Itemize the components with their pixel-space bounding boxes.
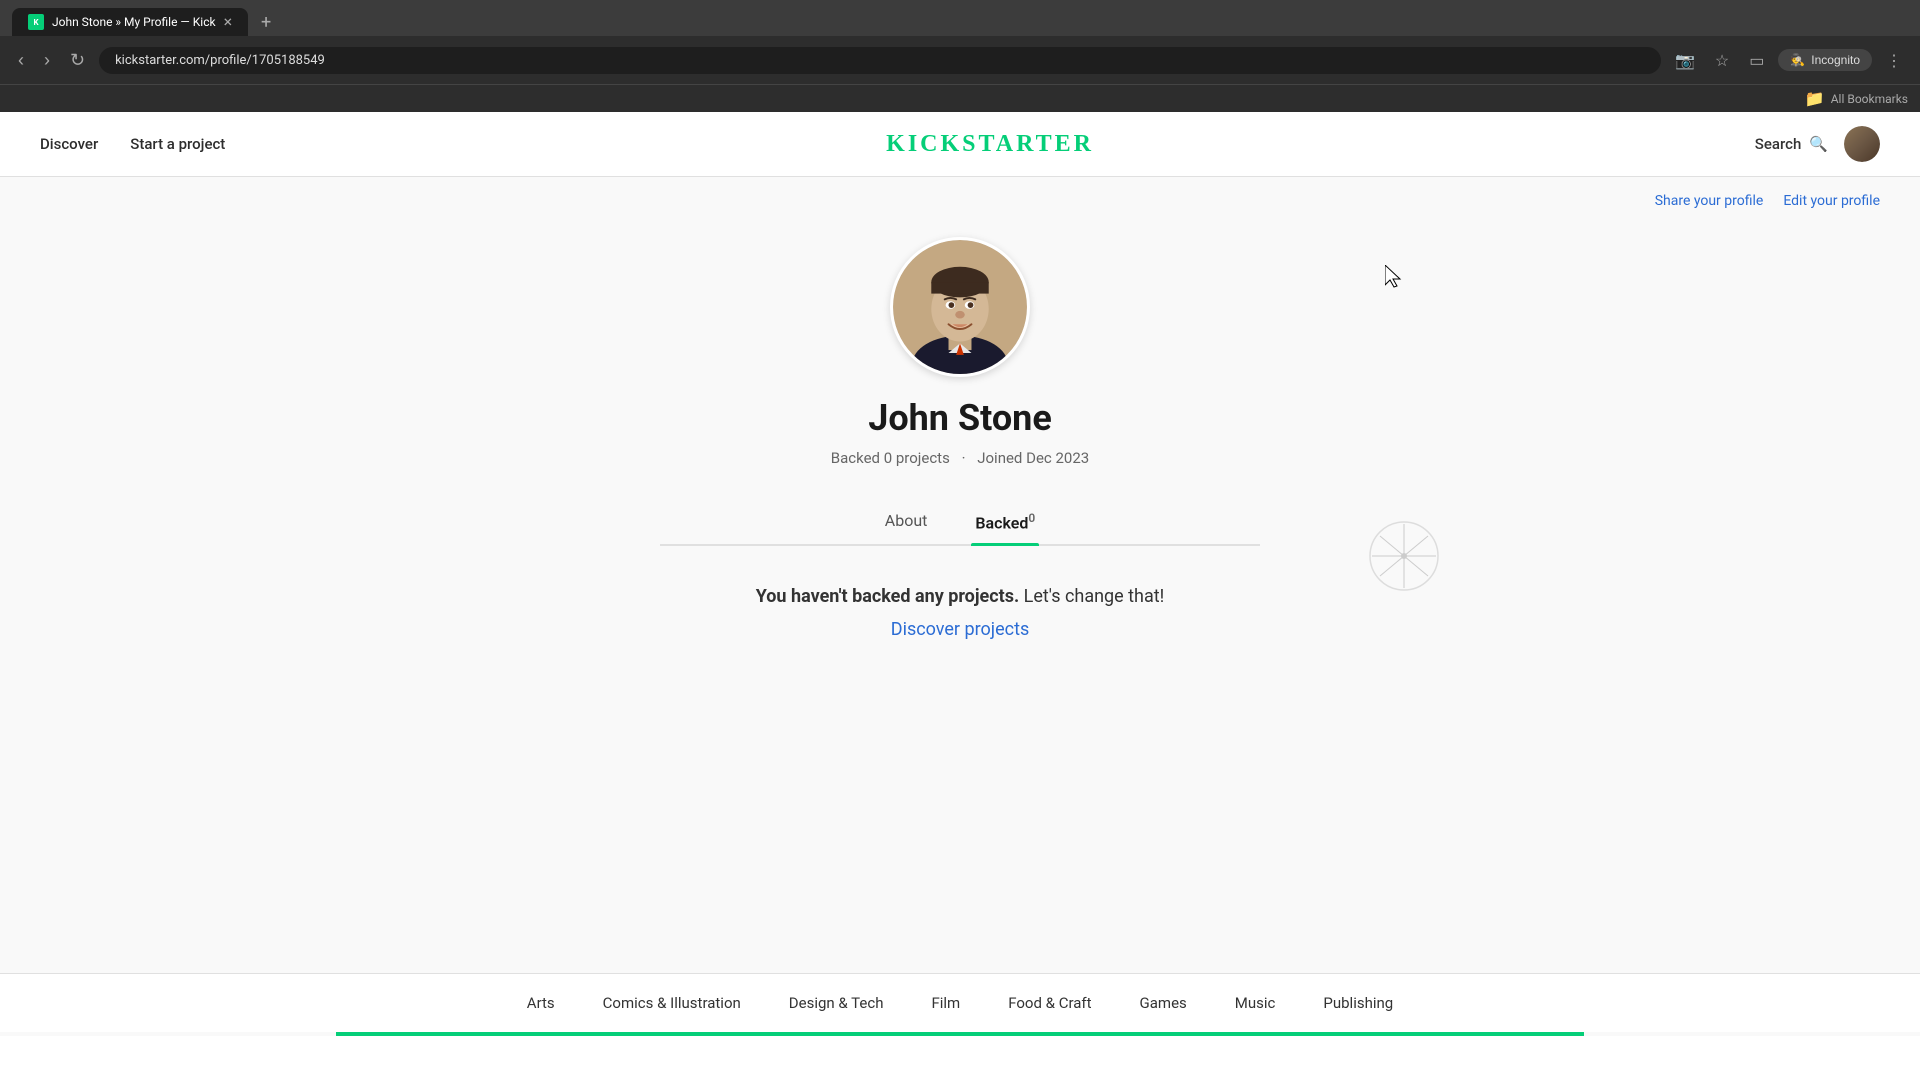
avatar-image	[1844, 126, 1880, 162]
joined-date: Joined Dec 2023	[977, 449, 1089, 467]
profile-main: John Stone Backed 0 projects · Joined De…	[0, 217, 1920, 720]
search-icon: 🔍	[1809, 135, 1828, 153]
camera-icon[interactable]: 📷	[1669, 47, 1701, 74]
tab-about[interactable]: About	[881, 499, 932, 544]
backed-count: Backed 0 projects	[831, 449, 950, 467]
backed-content: You haven't backed any projects. Let's c…	[716, 546, 1205, 680]
backed-tab-badge: 0	[1028, 511, 1035, 525]
bookmarks-folder-icon: 📁	[1799, 85, 1831, 112]
search-button[interactable]: Search 🔍	[1755, 135, 1828, 153]
footer-category-arts[interactable]: Arts	[527, 994, 555, 1012]
reload-button[interactable]: ↻	[64, 46, 91, 75]
footer-categories: Arts Comics & Illustration Design & Tech Fi…	[0, 973, 1920, 1032]
footer-section: Arts Comics & Illustration Design & Tech Fi…	[0, 973, 1920, 1036]
bookmark-star-icon[interactable]: ☆	[1709, 47, 1735, 74]
incognito-icon: 🕵	[1790, 53, 1805, 67]
footer-category-games[interactable]: Games	[1140, 994, 1187, 1012]
page-content: Discover Start a project KICKSTARTER Sea…	[0, 112, 1920, 1036]
tab-title: John Stone » My Profile — Kick	[52, 15, 216, 29]
tab-close-button[interactable]: ×	[224, 14, 233, 30]
incognito-button[interactable]: 🕵 Incognito	[1778, 49, 1872, 71]
discover-projects-link[interactable]: Discover projects	[891, 619, 1030, 640]
footer-category-design---tech[interactable]: Design & Tech	[789, 994, 884, 1012]
backed-tab-label: Backed	[975, 513, 1028, 532]
profile-tabs: About Backed0	[660, 499, 1260, 546]
forward-button[interactable]: ›	[38, 46, 56, 75]
search-label: Search	[1755, 135, 1802, 153]
tab-backed[interactable]: Backed0	[971, 499, 1039, 544]
footer-category-comics---illustration[interactable]: Comics & Illustration	[603, 994, 741, 1012]
meta-separator: ·	[962, 449, 966, 467]
nav-start-project[interactable]: Start a project	[130, 135, 225, 153]
footer-category-film[interactable]: Film	[931, 994, 960, 1012]
nav-discover[interactable]: Discover	[40, 135, 98, 153]
url-text: kickstarter.com/profile/1705188549	[115, 53, 325, 68]
kickstarter-logo[interactable]: KICKSTARTER	[886, 131, 1094, 158]
user-avatar[interactable]	[1844, 126, 1880, 162]
back-button[interactable]: ‹	[12, 46, 30, 75]
profile-meta: Backed 0 projects · Joined Dec 2023	[831, 449, 1089, 467]
menu-icon[interactable]: ⋮	[1880, 47, 1908, 74]
spinner-decoration	[1368, 520, 1440, 596]
footer-progress-bar	[336, 1032, 1584, 1036]
device-icon[interactable]: ▭	[1743, 47, 1770, 74]
profile-avatar	[890, 237, 1030, 377]
address-bar[interactable]: kickstarter.com/profile/1705188549	[99, 47, 1661, 74]
empty-state-message: You haven't backed any projects. Let's c…	[756, 586, 1165, 607]
browser-tab[interactable]: K John Stone » My Profile — Kick ×	[12, 8, 248, 36]
footer-category-food---craft[interactable]: Food & Craft	[1008, 994, 1091, 1012]
tab-favicon: K	[28, 14, 44, 30]
profile-name: John Stone	[868, 397, 1052, 439]
profile-actions: Share your profile Edit your profile	[0, 177, 1920, 217]
site-header: Discover Start a project KICKSTARTER Sea…	[0, 112, 1920, 177]
bookmarks-label: All Bookmarks	[1831, 92, 1908, 106]
footer-category-music[interactable]: Music	[1235, 994, 1276, 1012]
share-profile-link[interactable]: Share your profile	[1655, 193, 1764, 209]
incognito-label: Incognito	[1811, 53, 1860, 67]
new-tab-button[interactable]: +	[252, 8, 280, 36]
footer-category-publishing[interactable]: Publishing	[1323, 994, 1393, 1012]
edit-profile-link[interactable]: Edit your profile	[1783, 193, 1880, 209]
